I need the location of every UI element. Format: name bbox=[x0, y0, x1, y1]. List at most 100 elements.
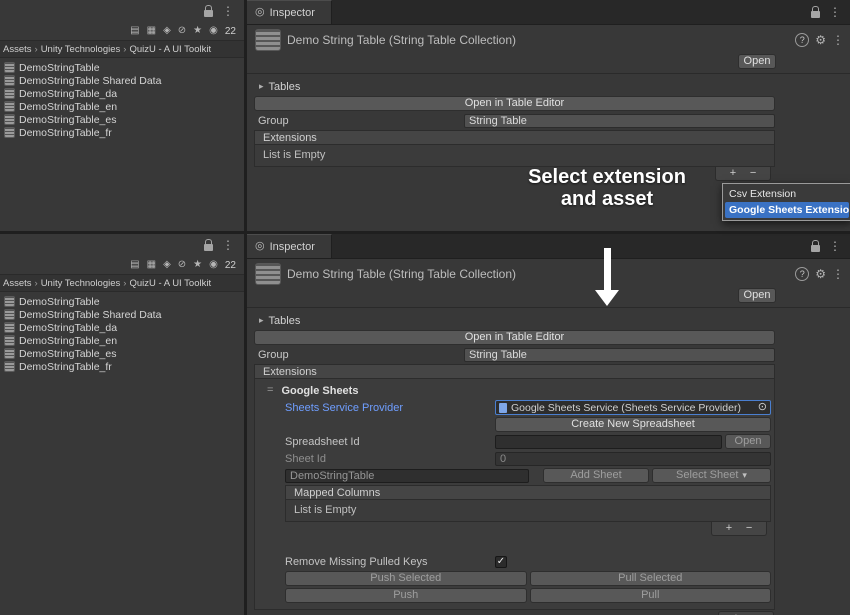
inspector-header: Demo String Table (String Table Collecti… bbox=[247, 259, 850, 308]
mapped-columns-header[interactable]: Mapped Columns bbox=[285, 485, 771, 500]
sheets-service-provider-field[interactable]: Google Sheets Service (Sheets Service Pr… bbox=[495, 400, 771, 415]
list-item[interactable]: DemoStringTable_da bbox=[0, 87, 244, 100]
list-item[interactable]: DemoStringTable_en bbox=[0, 100, 244, 113]
menu-item-csv-extension[interactable]: Csv Extension bbox=[725, 186, 849, 202]
add-sheet-button[interactable]: Add Sheet bbox=[543, 468, 649, 483]
hidden-assets-icon[interactable]: ⊘ bbox=[178, 26, 186, 36]
breadcrumb-quizu[interactable]: QuizU - A UI Toolkit bbox=[129, 44, 211, 55]
breadcrumb-separator-icon: › bbox=[123, 278, 126, 289]
kebab-menu-icon[interactable]: ⋮ bbox=[829, 240, 841, 252]
list-item[interactable]: DemoStringTable_en bbox=[0, 334, 244, 347]
asset-label: DemoStringTable_fr bbox=[19, 127, 112, 139]
tab-inspector[interactable]: ◎ Inspector bbox=[247, 234, 332, 258]
push-selected-button[interactable]: Push Selected bbox=[285, 571, 527, 586]
tables-label: Tables bbox=[269, 315, 301, 327]
package-icon[interactable]: ▦ bbox=[147, 260, 156, 270]
favorites-icon[interactable]: ★ bbox=[193, 26, 202, 36]
presets-icon[interactable]: ⚙ bbox=[815, 34, 826, 46]
package-icon[interactable]: ▦ bbox=[147, 26, 156, 36]
add-extension-button[interactable]: + bbox=[730, 168, 736, 179]
list-item[interactable]: DemoStringTable_fr bbox=[0, 360, 244, 373]
favorites-icon[interactable]: ★ bbox=[193, 260, 202, 270]
lock-icon[interactable] bbox=[811, 245, 820, 252]
sheet-id-label: Sheet Id bbox=[285, 453, 495, 465]
list-item[interactable]: DemoStringTable Shared Data bbox=[0, 308, 244, 321]
menu-item-google-sheets-extension[interactable]: Google Sheets Extension bbox=[725, 202, 849, 218]
tables-foldout[interactable]: ▸ Tables bbox=[254, 313, 775, 328]
string-table-asset-icon bbox=[4, 309, 15, 320]
asset-doc-icon[interactable]: ▤ bbox=[130, 260, 139, 270]
breadcrumb-assets[interactable]: Assets bbox=[3, 278, 32, 289]
help-icon[interactable]: ? bbox=[795, 33, 809, 47]
breadcrumb-quizu[interactable]: QuizU - A UI Toolkit bbox=[129, 278, 211, 289]
kebab-menu-icon[interactable]: ⋮ bbox=[222, 5, 234, 17]
pull-button[interactable]: Pull bbox=[530, 588, 772, 603]
visibility-icon[interactable]: ◉ bbox=[209, 260, 218, 270]
kebab-menu-icon[interactable]: ⋮ bbox=[832, 268, 844, 280]
mapped-columns-list: List is Empty bbox=[285, 500, 771, 522]
open-button[interactable]: Open bbox=[738, 288, 776, 303]
string-table-collection-icon bbox=[255, 263, 281, 285]
drag-handle-icon[interactable]: = bbox=[267, 385, 273, 396]
list-item[interactable]: DemoStringTable bbox=[0, 295, 244, 308]
google-sheets-header[interactable]: = Google Sheets bbox=[255, 383, 771, 398]
vertical-pane-divider[interactable] bbox=[244, 0, 247, 615]
project-titlebar: ⋮ bbox=[0, 0, 244, 22]
import-icon[interactable]: ◈ bbox=[163, 26, 171, 36]
remove-missing-checkbox[interactable]: ✓ bbox=[495, 556, 507, 568]
asset-doc-icon[interactable]: ▤ bbox=[130, 26, 139, 36]
breadcrumb-assets[interactable]: Assets bbox=[3, 44, 32, 55]
list-item[interactable]: DemoStringTable bbox=[0, 61, 244, 74]
kebab-menu-icon[interactable]: ⋮ bbox=[829, 6, 841, 18]
kebab-menu-icon[interactable]: ⋮ bbox=[832, 34, 844, 46]
group-field[interactable]: String Table bbox=[464, 348, 775, 362]
create-spreadsheet-row: Create New Spreadsheet bbox=[285, 417, 771, 432]
group-field[interactable]: String Table bbox=[464, 114, 775, 128]
list-item[interactable]: DemoStringTable_es bbox=[0, 113, 244, 126]
lock-icon[interactable] bbox=[204, 244, 213, 251]
list-item[interactable]: DemoStringTable_es bbox=[0, 347, 244, 360]
horizontal-pane-divider[interactable] bbox=[0, 231, 850, 234]
presets-icon[interactable]: ⚙ bbox=[815, 268, 826, 280]
breadcrumb-unity-technologies[interactable]: Unity Technologies bbox=[41, 278, 121, 289]
spreadsheet-id-field[interactable] bbox=[495, 435, 722, 449]
help-icon[interactable]: ? bbox=[795, 267, 809, 281]
extension-context-menu: Csv Extension Google Sheets Extension bbox=[722, 183, 850, 221]
sheets-service-provider-label[interactable]: Sheets Service Provider bbox=[285, 402, 495, 414]
kebab-menu-icon[interactable]: ⋮ bbox=[222, 239, 234, 251]
extensions-header[interactable]: Extensions bbox=[254, 364, 775, 379]
import-icon[interactable]: ◈ bbox=[163, 260, 171, 270]
tables-foldout[interactable]: ▸ Tables bbox=[254, 79, 775, 94]
open-in-table-editor-button[interactable]: Open in Table Editor bbox=[254, 330, 775, 345]
visible-count: 22 bbox=[225, 260, 236, 271]
open-spreadsheet-button[interactable]: Open bbox=[725, 434, 771, 449]
sheet-name-field[interactable]: DemoStringTable bbox=[285, 469, 529, 483]
create-new-spreadsheet-button[interactable]: Create New Spreadsheet bbox=[495, 417, 771, 432]
remove-extension-button[interactable]: − bbox=[750, 168, 756, 179]
select-sheet-dropdown[interactable]: Select Sheet ▾ bbox=[652, 468, 771, 483]
list-item[interactable]: DemoStringTable_da bbox=[0, 321, 244, 334]
lock-icon[interactable] bbox=[204, 10, 213, 17]
hidden-assets-icon[interactable]: ⊘ bbox=[178, 260, 186, 270]
push-button[interactable]: Push bbox=[285, 588, 527, 603]
extensions-header[interactable]: Extensions bbox=[254, 130, 775, 145]
breadcrumb-unity-technologies[interactable]: Unity Technologies bbox=[41, 44, 121, 55]
project-toolbar: ▤ ▦ ◈ ⊘ ★ ◉ 22 bbox=[0, 256, 244, 274]
visibility-icon[interactable]: ◉ bbox=[209, 26, 218, 36]
unity-editor-window: ⋮ ▤ ▦ ◈ ⊘ ★ ◉ 22 Assets › Unity Technolo… bbox=[0, 0, 850, 615]
open-in-table-editor-button[interactable]: Open in Table Editor bbox=[254, 96, 775, 111]
lock-icon[interactable] bbox=[811, 11, 820, 18]
tab-label: Inspector bbox=[270, 7, 315, 19]
inspector-tabbar: ◎ Inspector ⋮ bbox=[247, 0, 850, 25]
pull-selected-button[interactable]: Pull Selected bbox=[530, 571, 772, 586]
add-column-button[interactable]: + bbox=[726, 523, 732, 534]
mapped-columns-footer: + − bbox=[285, 522, 771, 536]
list-item[interactable]: DemoStringTable_fr bbox=[0, 126, 244, 139]
tab-inspector[interactable]: ◎ Inspector bbox=[247, 0, 332, 24]
open-button[interactable]: Open bbox=[738, 54, 776, 69]
object-picker-icon[interactable]: ⊙ bbox=[758, 402, 767, 413]
list-item[interactable]: DemoStringTable Shared Data bbox=[0, 74, 244, 87]
remove-column-button[interactable]: − bbox=[746, 523, 752, 534]
sheet-id-row: Sheet Id 0 bbox=[285, 451, 771, 466]
push-pull-selected-row: Push Selected Pull Selected bbox=[285, 571, 771, 586]
